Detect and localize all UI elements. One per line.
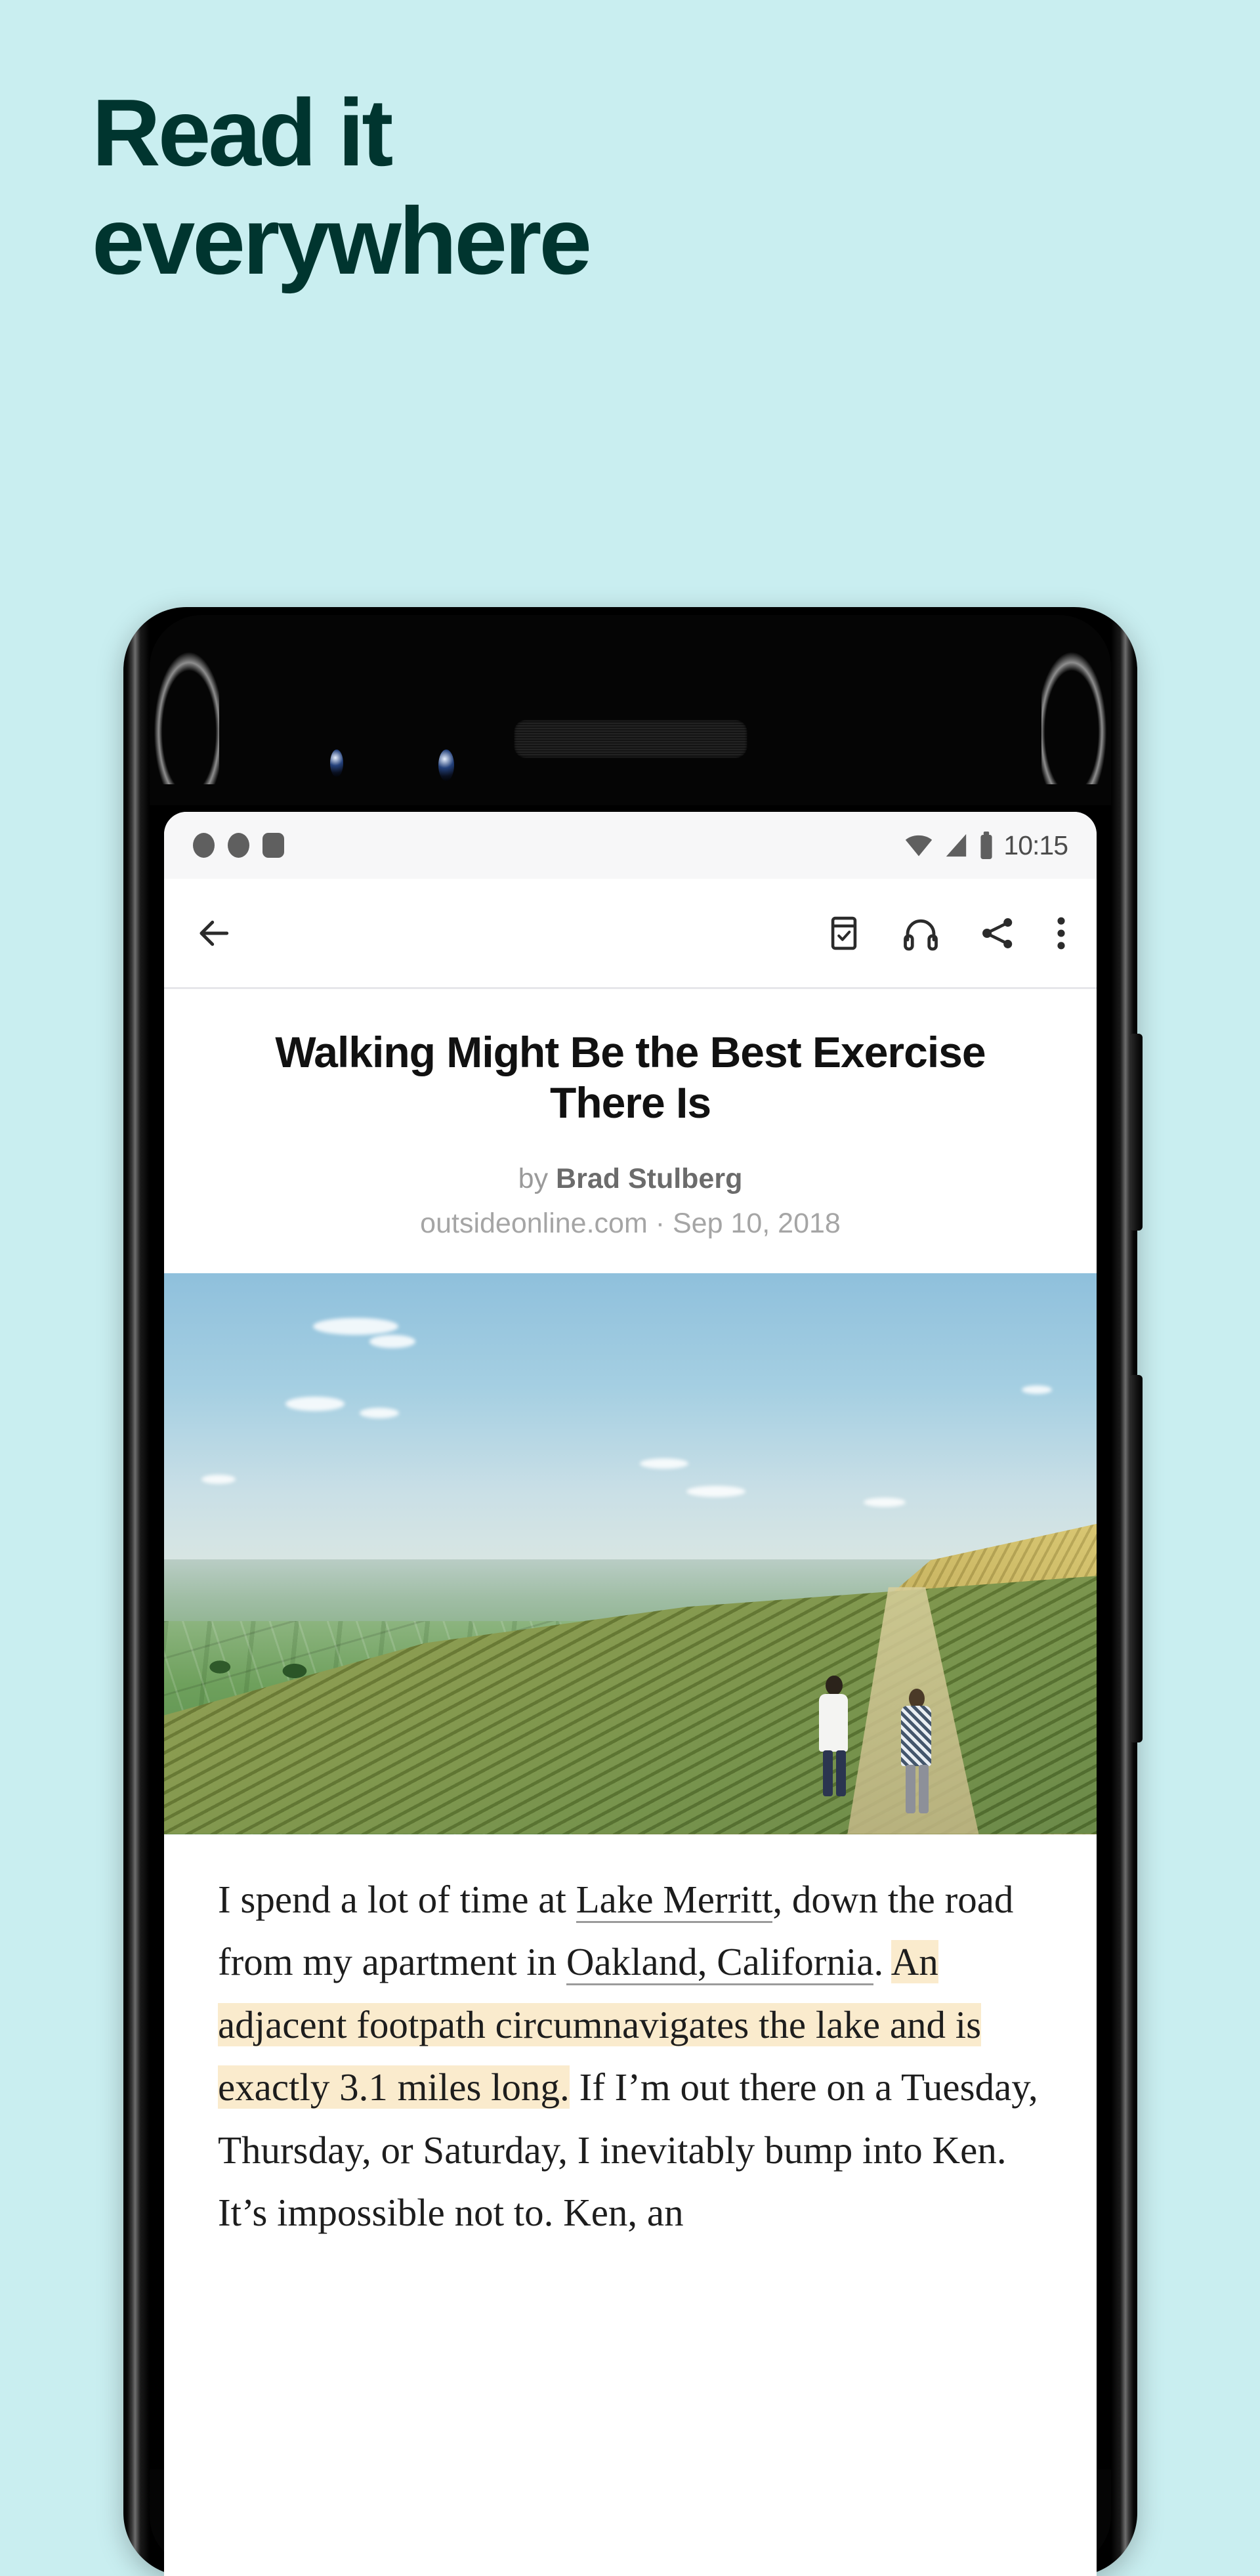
cloud bbox=[1022, 1385, 1053, 1394]
hiker-torso bbox=[901, 1705, 932, 1766]
cloud bbox=[313, 1317, 399, 1335]
hiker-head bbox=[825, 1676, 843, 1696]
cloud bbox=[285, 1396, 345, 1411]
article-toolbar bbox=[164, 879, 1097, 989]
article-byline: by Brad Stulberg bbox=[227, 1160, 1034, 1198]
volume-rocker[interactable] bbox=[1129, 1375, 1143, 1742]
article-hero-image bbox=[164, 1273, 1097, 1834]
listen-button[interactable] bbox=[901, 914, 940, 953]
body-link-oakland-california[interactable]: Oakland, California bbox=[566, 1940, 874, 1986]
phone-top-bezel bbox=[150, 615, 1111, 805]
cell-signal-icon bbox=[946, 834, 967, 857]
article-header: Walking Might Be the Best Exercise There… bbox=[164, 989, 1097, 1273]
hiker-leg bbox=[906, 1764, 916, 1813]
more-options-button[interactable] bbox=[1055, 914, 1068, 952]
cloud bbox=[369, 1334, 415, 1348]
promo-headline-line-1: Read it bbox=[92, 79, 393, 186]
hero-sky bbox=[164, 1273, 1097, 1576]
body-segment-3: . bbox=[873, 1940, 891, 1984]
article-author: Brad Stulberg bbox=[556, 1163, 743, 1195]
share-button[interactable] bbox=[978, 914, 1017, 952]
article-title: Walking Might Be the Best Exercise There… bbox=[275, 1028, 986, 1128]
hiker-leg bbox=[919, 1764, 929, 1813]
promo-headline: Read it everywhere bbox=[92, 79, 1076, 296]
status-bar: 10:15 bbox=[164, 812, 1097, 879]
toolbar-actions bbox=[825, 914, 1068, 953]
cloud bbox=[863, 1497, 906, 1507]
archive-button[interactable] bbox=[825, 914, 863, 952]
article-source: outsideonline.com · Sep 10, 2018 bbox=[420, 1208, 841, 1240]
phone-device: 10:15 Walking Might Be the Best Exercise… bbox=[123, 607, 1143, 2576]
body-segment-1: I spend a lot of time at bbox=[218, 1877, 576, 1921]
battery-icon bbox=[980, 832, 992, 859]
earpiece-speaker-icon bbox=[514, 720, 747, 758]
front-camera-1-icon bbox=[330, 750, 343, 777]
article-paragraph: I spend a lot of time at Lake Merritt, d… bbox=[218, 1869, 1043, 2245]
cloud bbox=[360, 1407, 400, 1418]
phone-screen: 10:15 Walking Might Be the Best Exercise… bbox=[164, 812, 1097, 2576]
body-link-lake-merritt[interactable]: Lake Merritt bbox=[576, 1877, 773, 1923]
back-arrow-icon bbox=[200, 920, 229, 946]
cloud bbox=[639, 1458, 688, 1469]
hiker-figure bbox=[815, 1676, 854, 1800]
notification-dot-2-icon bbox=[228, 833, 249, 858]
hiker-figure bbox=[897, 1688, 938, 1817]
archive-icon bbox=[831, 916, 857, 950]
power-button[interactable] bbox=[1129, 1034, 1143, 1231]
notification-dot-1-icon bbox=[193, 833, 215, 858]
overflow-menu-icon bbox=[1057, 917, 1065, 949]
status-bar-notifications bbox=[193, 833, 284, 858]
hiker-leg bbox=[822, 1750, 833, 1797]
wifi-icon bbox=[906, 835, 933, 856]
article-body: I spend a lot of time at Lake Merritt, d… bbox=[164, 1834, 1097, 2245]
back-button[interactable] bbox=[193, 913, 234, 954]
hiker-torso bbox=[818, 1694, 848, 1752]
hiker-leg bbox=[835, 1750, 846, 1797]
status-bar-system: 10:15 bbox=[904, 830, 1068, 861]
status-bar-clock: 10:15 bbox=[1003, 830, 1068, 860]
byline-prefix: by bbox=[518, 1163, 556, 1195]
share-icon bbox=[982, 918, 1013, 948]
headphones-icon bbox=[904, 919, 938, 950]
notification-square-icon bbox=[262, 833, 284, 858]
front-camera-2-icon bbox=[438, 750, 454, 781]
promo-headline-line-2: everywhere bbox=[92, 188, 592, 295]
